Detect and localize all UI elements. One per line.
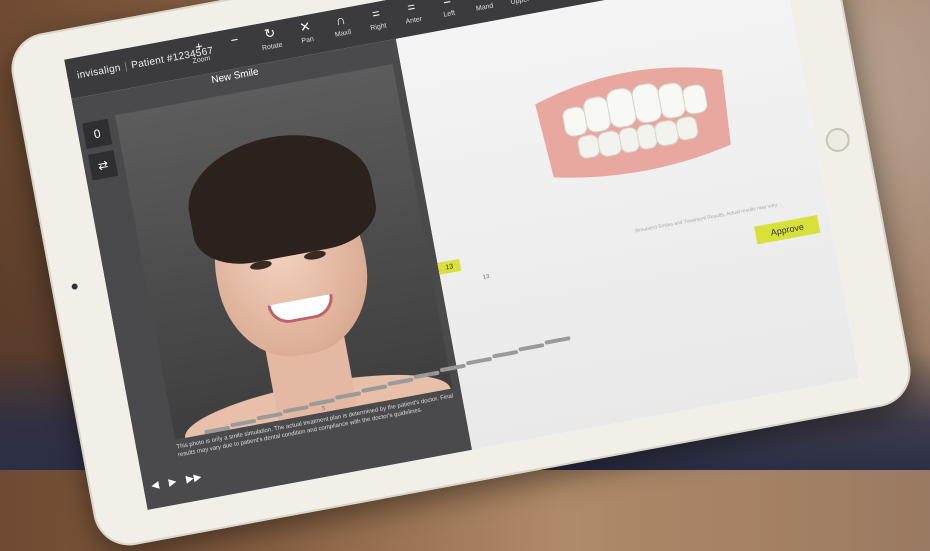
right-view-icon: = [370,5,382,22]
pan-icon: ✕ [298,18,312,36]
tool-pan-button[interactable]: ✕ Pan [289,17,323,47]
anterior-view-icon: = [406,0,417,16]
tool-label: Anter [405,15,423,26]
tool-label: Upper [510,0,531,7]
tool-label: Maxil [334,28,352,39]
tool-zoom-out-button[interactable]: − [218,30,252,60]
tool-label: Zoom [192,55,211,66]
zoom-out-icon: − [229,31,240,48]
rotate-icon: ↻ [263,24,277,42]
stage-number: 13 [482,273,491,281]
previous-icon[interactable]: ◀ [150,480,160,492]
tool-zoom-button[interactable]: + Zoom [183,36,217,66]
stage-number: 10 [427,371,435,379]
tool-upper-button[interactable]: ⊥Upper [501,0,535,7]
left-view-icon: = [441,0,452,9]
gum-shape [535,67,731,178]
home-button[interactable] [823,126,852,154]
zoom-in-icon: + [193,38,205,55]
tool-label: Right [369,22,388,33]
model-viewer[interactable]: Simulated Smiles and Treatment Results. … [395,0,860,450]
tool-label: Rotate [261,41,284,53]
tool-right-button[interactable]: = Right [360,3,394,33]
tool-lower-button[interactable]: ⊤Lower [537,0,571,1]
tool-label: Left [442,9,456,19]
tool-label: Pan [300,35,315,46]
tool-left-button[interactable]: = Left [431,0,465,20]
playback-controls: ◀ ▶ ▶▶ [150,472,202,492]
view-toggle-icon[interactable]: 0 [82,118,113,150]
maxillary-icon: ∩ [334,11,347,29]
tool-rotate-button[interactable]: ↻ Rotate [254,23,288,53]
tool-maxil-button[interactable]: ∩ Maxil [324,10,358,40]
tool-anter-button[interactable]: = Anter [395,0,429,27]
approve-button[interactable]: Approve [754,215,821,245]
swap-photo-icon[interactable]: ⇄ [87,150,119,181]
camera-icon [71,283,79,291]
brand-logo: invisalign [76,62,122,82]
play-icon[interactable]: ▶ [168,476,178,488]
tool-label: Mand [475,2,494,13]
tool-mand-button[interactable]: ∪Mand [466,0,500,14]
teeth-model[interactable] [527,49,744,194]
next-icon[interactable]: ▶▶ [185,472,202,486]
